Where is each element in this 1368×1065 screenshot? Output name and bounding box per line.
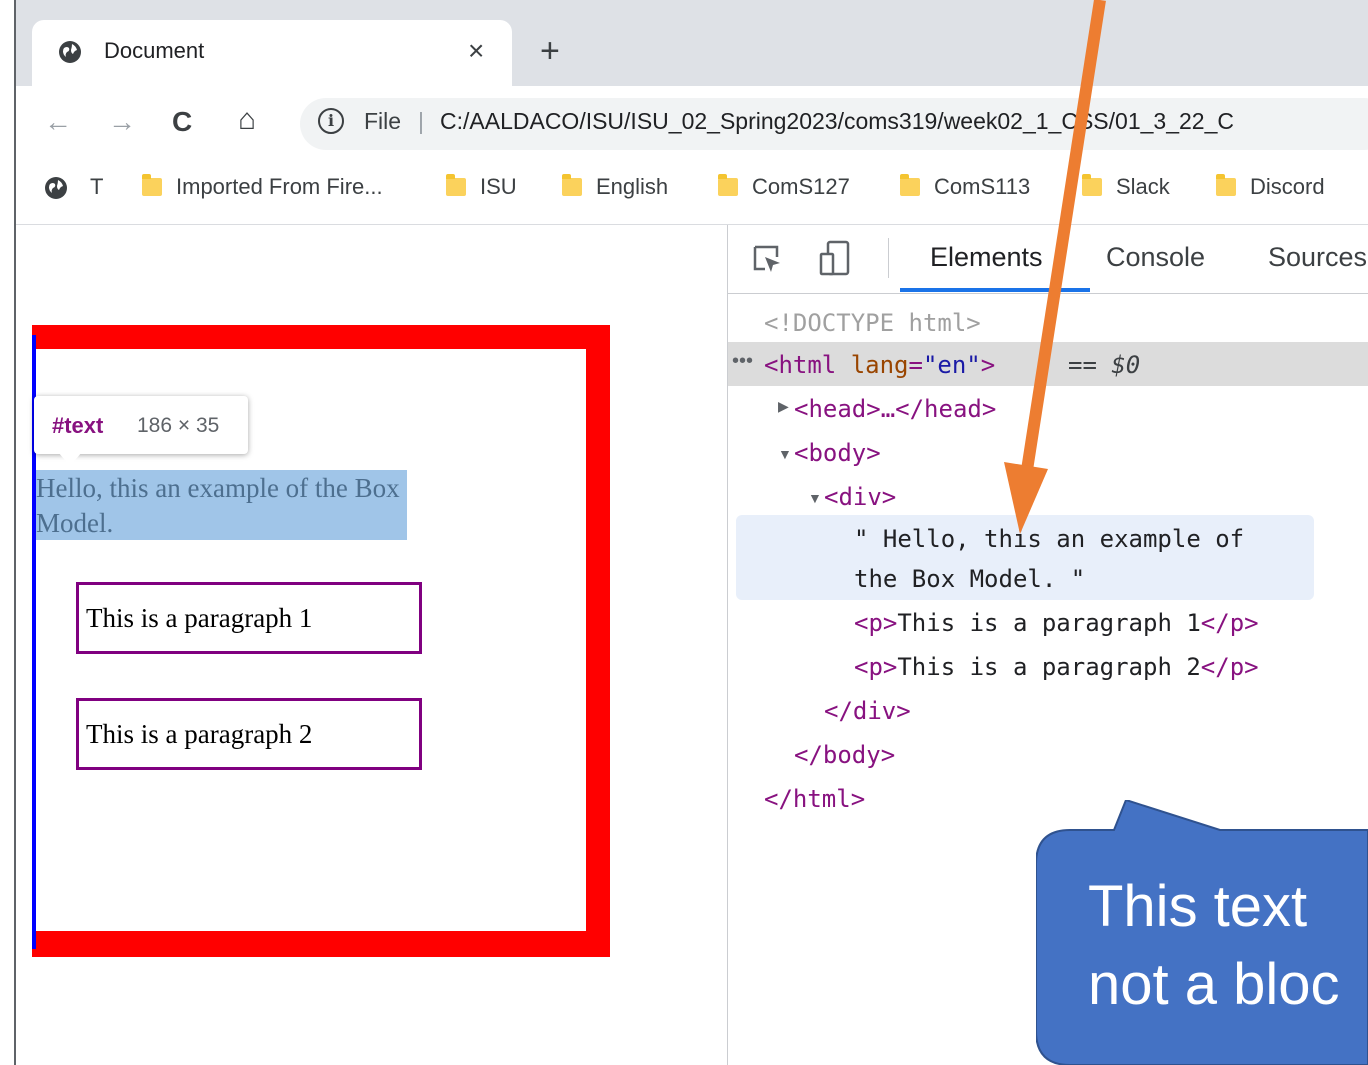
globe-icon — [45, 177, 67, 199]
dom-body-close[interactable]: </body> — [794, 740, 895, 770]
tab-title: Document — [104, 38, 205, 63]
bookmark-label: ComS113 — [934, 174, 1031, 199]
expand-triangle-icon[interactable]: ▶ — [778, 398, 789, 415]
bookmark-folder[interactable]: ComS113 — [900, 174, 1030, 200]
bookmark-label: Discord — [1250, 174, 1325, 199]
paragraph-text: This is a paragraph 1 — [86, 603, 313, 633]
bookmark-label: ISU — [480, 174, 517, 199]
tab-console[interactable]: Console — [1106, 242, 1205, 273]
tooltip-node-name: #text — [52, 413, 104, 438]
folder-icon — [718, 174, 738, 196]
dom-text-node-line1[interactable]: " Hello, this an example of — [854, 524, 1244, 554]
dom-head[interactable]: <head>…</head> — [794, 394, 996, 424]
new-tab-button[interactable]: + — [540, 32, 560, 70]
dom-html-close[interactable]: </html> — [764, 784, 865, 814]
tag-name: <html — [764, 351, 837, 379]
attr-equals: = — [908, 351, 923, 379]
attr-value: "en" — [922, 351, 981, 379]
url-scheme: File — [364, 108, 402, 134]
url-text[interactable]: C:/AALDACO/ISU/ISU_02_Spring2023/coms319… — [440, 108, 1234, 135]
tag-name: </p> — [1200, 609, 1259, 637]
dom-doctype[interactable]: <!DOCTYPE html> — [764, 308, 981, 338]
bookmark-folder[interactable]: ComS127 — [718, 174, 850, 200]
tag-name: <p> — [854, 609, 898, 637]
tab-sources[interactable]: Sources — [1268, 242, 1367, 273]
dom-p1[interactable]: <p>This is a paragraph 1</p> — [854, 608, 1259, 638]
folder-icon — [1082, 174, 1102, 196]
dom-body-open[interactable]: <body> — [794, 438, 881, 468]
attr-name: lang — [850, 351, 909, 379]
inspect-element-icon[interactable] — [752, 244, 782, 274]
tag-name: </p> — [1200, 653, 1259, 681]
dom-html-open[interactable]: <html lang="en"> — [764, 350, 995, 380]
bookmark-label: ComS127 — [752, 174, 850, 199]
dom-p2[interactable]: <p>This is a paragraph 2</p> — [854, 652, 1259, 682]
active-tab-indicator — [900, 288, 1090, 292]
tooltip-pointer — [58, 452, 82, 466]
folder-icon — [900, 174, 920, 196]
callout-line: This text — [1088, 874, 1308, 939]
node-text: This is a paragraph 1 — [897, 609, 1201, 637]
bookmark-item[interactable]: T — [90, 174, 103, 200]
more-actions-icon[interactable]: ••• — [732, 350, 753, 373]
folder-icon — [1216, 174, 1236, 196]
collapse-triangle-icon[interactable]: ▼ — [808, 490, 822, 506]
forward-arrow-icon[interactable]: → — [108, 106, 136, 138]
bookmark-folder[interactable]: English — [562, 174, 668, 200]
callout-line: not a bloc — [1088, 952, 1340, 1017]
home-icon[interactable]: ⌂ — [238, 104, 256, 136]
bookmark-label: English — [596, 174, 669, 199]
devtools-separator — [888, 238, 889, 278]
tag-name: <p> — [854, 653, 898, 681]
paragraph-text: This is a paragraph 2 — [86, 719, 313, 749]
collapse-triangle-icon[interactable]: ▼ — [778, 446, 792, 462]
text-node: Hello, this an example of the Box Model. — [36, 473, 400, 538]
bookmark-label: Imported From Fire... — [176, 174, 383, 199]
tooltip-node-size: 186 × 35 — [137, 414, 220, 437]
bookmark-label: Slack — [1116, 174, 1170, 199]
url-separator: | — [418, 108, 424, 134]
node-text: This is a paragraph 2 — [897, 653, 1201, 681]
bookmark-label: T — [90, 174, 104, 199]
folder-icon — [142, 174, 162, 196]
reload-icon[interactable]: C — [172, 106, 192, 138]
tab-elements[interactable]: Elements — [930, 242, 1043, 273]
bookmark-folder[interactable]: Discord — [1216, 174, 1325, 200]
selected-node-marker: == $0 — [1068, 351, 1141, 379]
bookmark-folder[interactable]: Slack — [1082, 174, 1170, 200]
dom-div-open[interactable]: <div> — [824, 482, 896, 512]
back-arrow-icon[interactable]: ← — [44, 106, 72, 138]
dom-div-close[interactable]: </div> — [824, 696, 911, 726]
tab-close-icon[interactable]: × — [468, 36, 484, 66]
info-icon[interactable]: i — [318, 108, 344, 134]
globe-icon — [59, 41, 81, 63]
bookmark-folder[interactable]: ISU — [446, 174, 517, 200]
callout-text: This text not a bloc — [1088, 868, 1340, 1024]
folder-icon — [562, 174, 582, 196]
bookmark-folder[interactable]: Imported From Fire... — [142, 174, 383, 200]
folder-icon — [446, 174, 466, 196]
tag-bracket: > — [980, 351, 996, 379]
dom-text-node-line2[interactable]: the Box Model. " — [854, 564, 1085, 594]
device-toolbar-icon[interactable] — [818, 240, 854, 276]
